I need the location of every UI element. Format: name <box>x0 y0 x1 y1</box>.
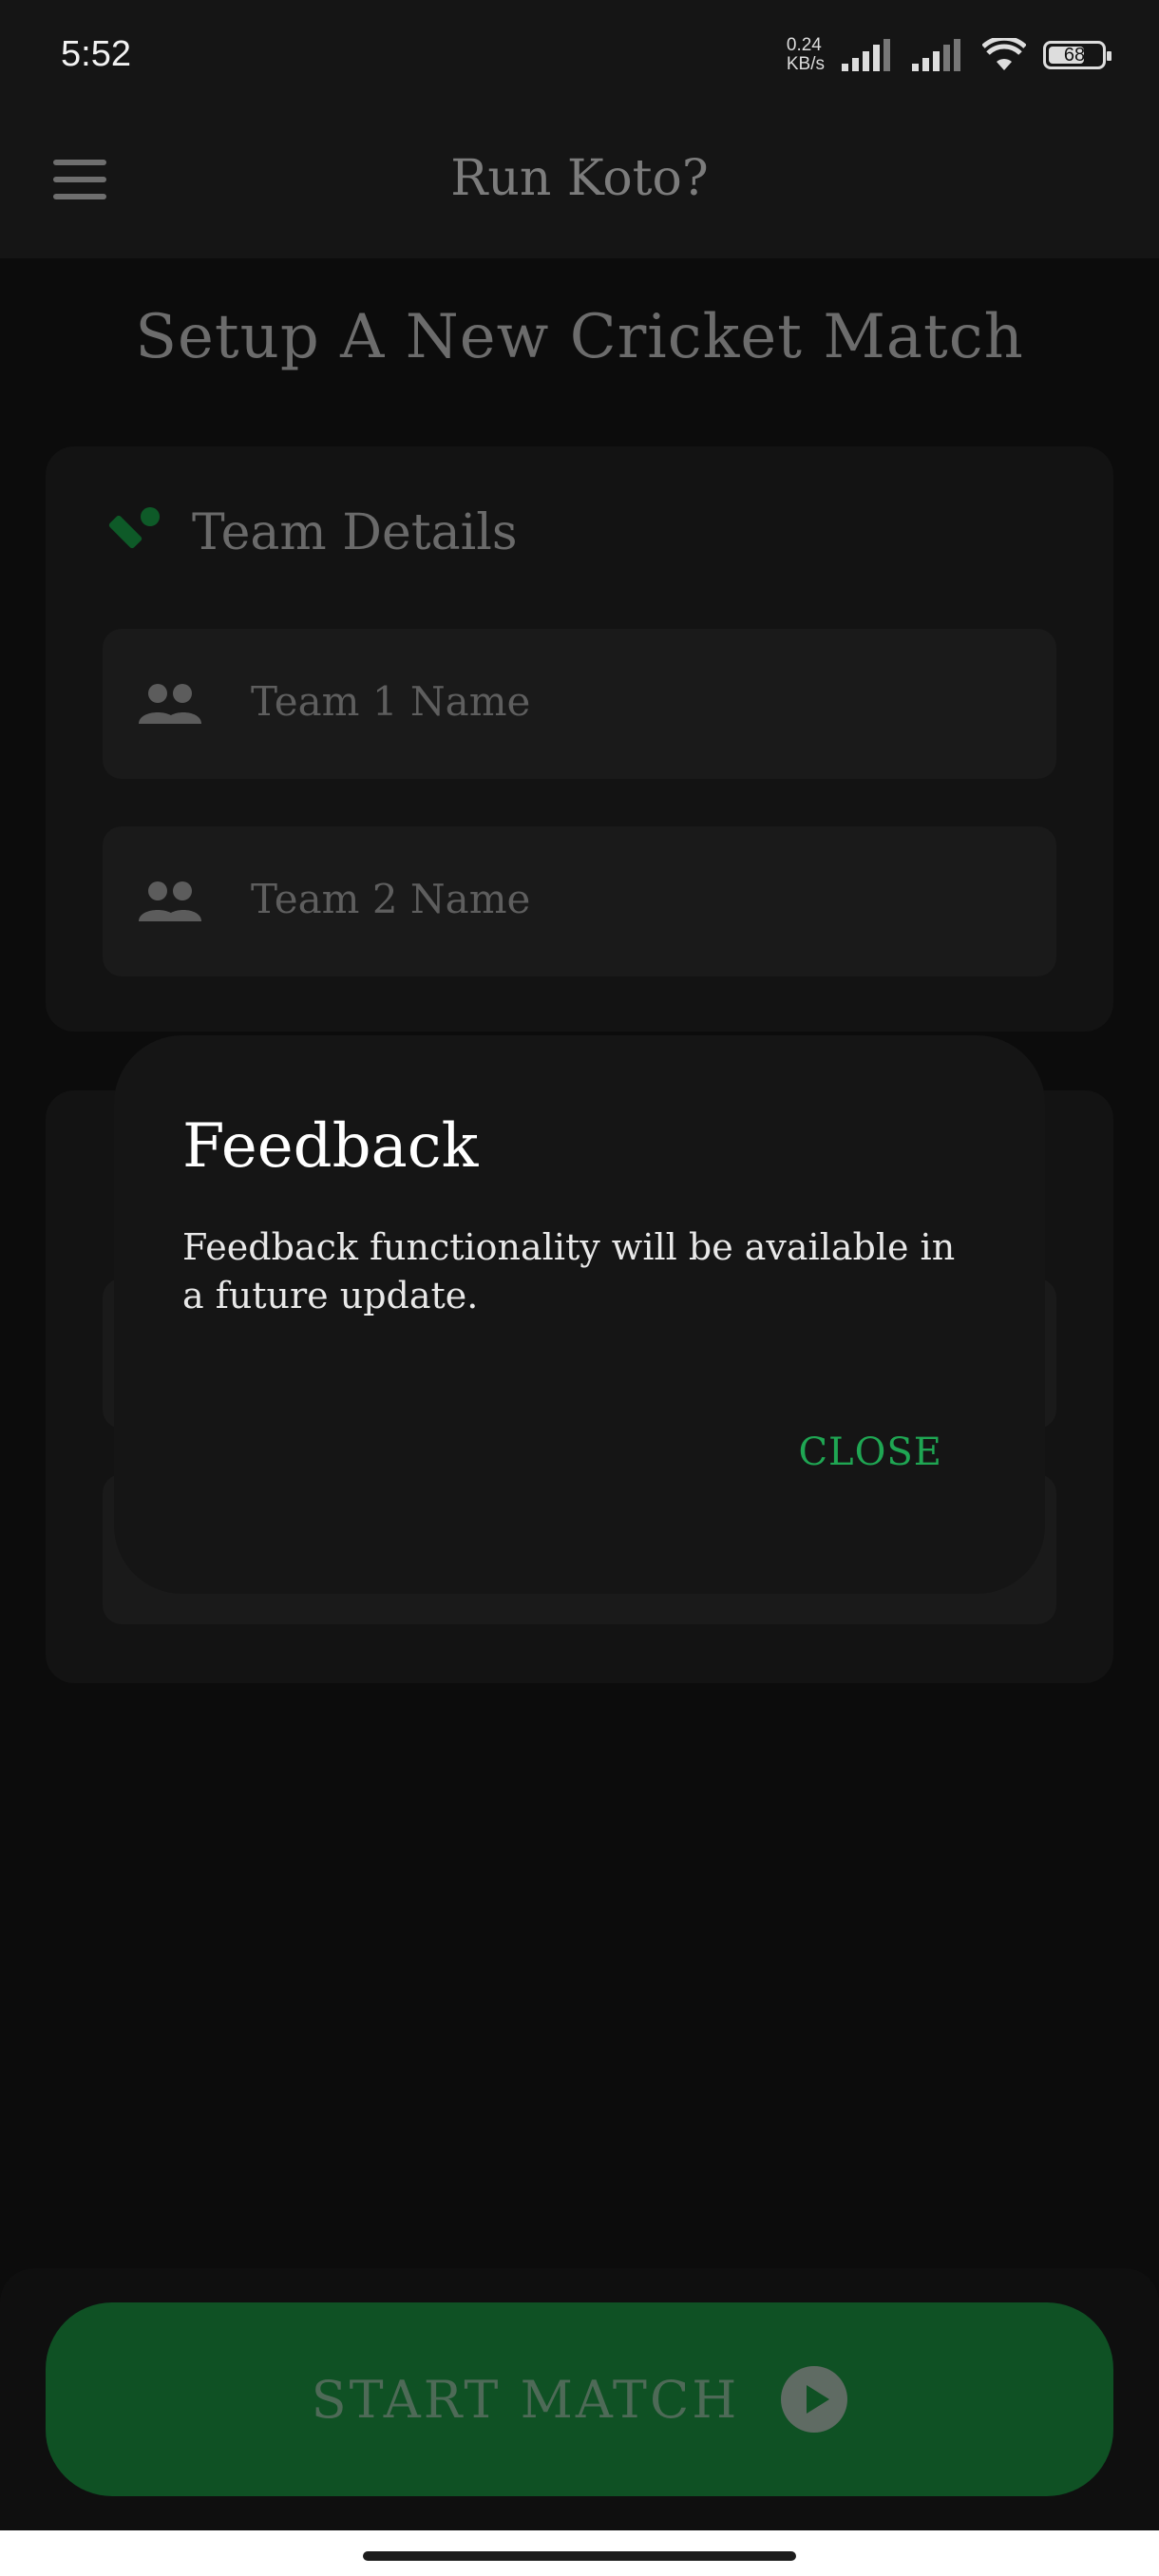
team-details-header: Team Details <box>104 503 518 562</box>
people-icon <box>139 881 201 921</box>
people-icon <box>139 684 201 724</box>
team-details-card: Team Details Team 1 Name Team 2 Name <box>46 446 1113 1032</box>
dialog-title: Feedback <box>182 1111 479 1182</box>
cricket-bat-icon <box>108 507 160 549</box>
team2-name-input[interactable]: Team 2 Name <box>103 826 1056 976</box>
status-icons: 0.24 KB/s 68 <box>786 35 1112 74</box>
wifi-icon <box>982 38 1026 70</box>
status-bar: 5:52 0.24 KB/s 68 <box>0 0 1159 114</box>
network-speed: 0.24 KB/s <box>786 35 825 74</box>
team1-placeholder: Team 1 Name <box>251 678 531 725</box>
home-indicator[interactable] <box>363 2551 796 2561</box>
signal-icon-2 <box>912 39 960 71</box>
app-bar: Run Koto? <box>0 114 1159 258</box>
signal-icon <box>842 39 890 71</box>
feedback-dialog: Feedback Feedback functionality will be … <box>114 1035 1045 1594</box>
close-button[interactable]: CLOSE <box>798 1430 942 1474</box>
team1-name-input[interactable]: Team 1 Name <box>103 629 1056 779</box>
team-details-title: Team Details <box>192 504 518 561</box>
page-title: Setup A New Cricket Match <box>135 302 1024 372</box>
battery-icon: 68 <box>1043 41 1112 69</box>
start-match-button[interactable]: START MATCH <box>46 2302 1113 2496</box>
app-title: Run Koto? <box>450 150 709 207</box>
status-time: 5:52 <box>61 34 131 74</box>
start-match-label: START MATCH <box>311 2369 740 2430</box>
dialog-message: Feedback functionality will be available… <box>182 1226 956 1316</box>
team2-placeholder: Team 2 Name <box>251 876 531 922</box>
play-circle-icon <box>781 2366 848 2433</box>
